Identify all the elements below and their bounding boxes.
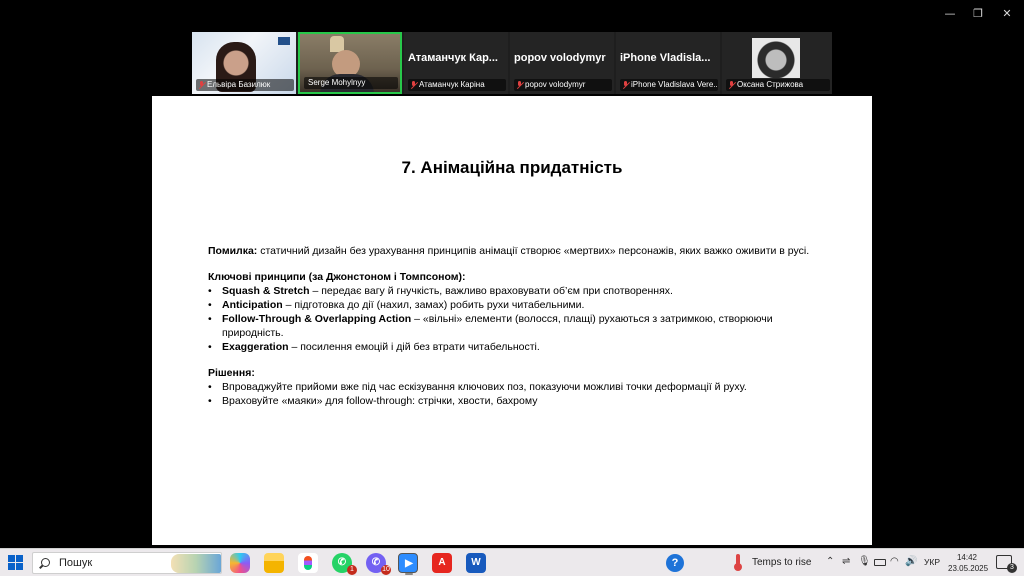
- mic-muted-icon: [410, 81, 417, 89]
- microphone-icon[interactable]: 🎙: [858, 556, 871, 567]
- word-icon[interactable]: W: [466, 553, 486, 573]
- participant-name: iPhone Vladislava Vere...: [620, 79, 718, 91]
- solution-heading: Рішення:: [208, 367, 255, 379]
- list-item: Follow-Through & Overlapping Action – «в…: [208, 312, 818, 340]
- error-text: статичний дизайн без урахування принципі…: [257, 245, 810, 257]
- mic-muted-icon: [516, 81, 523, 89]
- clock[interactable]: 14:42 23.05.2025: [948, 552, 989, 574]
- slide-title: 7. Анімаційна придатність: [401, 158, 623, 177]
- input-language[interactable]: УКР: [924, 557, 940, 567]
- principles-heading: Ключові принципи (за Джонстоном і Томпсо…: [208, 271, 466, 283]
- participant-display-name: iPhone Vladisla...: [620, 52, 711, 64]
- windows-start-icon[interactable]: [8, 555, 24, 571]
- restore-button[interactable]: ❐: [968, 6, 988, 22]
- participant-tile-active-speaker[interactable]: Serge Mohylnyy: [298, 32, 402, 94]
- list-item: Впроваджуйте прийоми вже під час ескізув…: [208, 380, 818, 394]
- help-icon[interactable]: ?: [666, 554, 684, 572]
- participant-tile[interactable]: Атаманчук Кар... Атаманчук Каріна: [404, 32, 508, 94]
- minimize-button[interactable]: —: [940, 6, 960, 22]
- search-placeholder: Пошук: [59, 557, 93, 569]
- search-icon: [41, 558, 50, 567]
- usb-icon[interactable]: ⇌: [842, 556, 850, 567]
- zoom-icon[interactable]: ▶: [398, 553, 418, 575]
- slide-body: Помилка: статичний дизайн без урахування…: [208, 244, 818, 408]
- logo-icon: [278, 37, 290, 45]
- error-paragraph: Помилка: статичний дизайн без урахування…: [208, 244, 818, 258]
- participant-tile[interactable]: popov volodymyr popov volodymyr: [510, 32, 614, 94]
- thermometer-icon[interactable]: [734, 554, 742, 571]
- participant-name: popov volodymyr: [514, 79, 612, 91]
- desktop: — ❐ ✕ Ельвіра Базилюк Serge Mohylnyy Ата…: [0, 0, 1024, 576]
- figma-icon[interactable]: [298, 553, 318, 573]
- close-button[interactable]: ✕: [997, 6, 1017, 22]
- clock-time: 14:42: [956, 553, 978, 562]
- list-item: Враховуйте «маяки» для follow-through: с…: [208, 394, 818, 408]
- chevron-up-icon[interactable]: ⌃: [826, 556, 834, 567]
- camera-glyph-icon: ▶: [405, 558, 413, 569]
- participant-tile[interactable]: iPhone Vladisla... iPhone Vladislava Ver…: [616, 32, 720, 94]
- participant-avatar: [752, 38, 800, 78]
- notification-count: 3: [1007, 563, 1017, 573]
- taskbar: Пошук ✆ 1 ✆ 10 ▶ A W ? Temps to rise ⌃ ⇌…: [0, 548, 1024, 576]
- participant-strip: Ельвіра Базилюк Serge Mohylnyy Атаманчук…: [192, 32, 832, 94]
- whatsapp-badge: 1: [347, 565, 357, 575]
- viber-badge: 10: [381, 565, 391, 575]
- participant-name: Оксана Стрижова: [726, 79, 830, 91]
- wifi-icon[interactable]: ◠: [890, 556, 899, 567]
- participant-name: Атаманчук Каріна: [408, 79, 506, 91]
- weather-widget[interactable]: Temps to rise: [752, 557, 811, 568]
- clock-date: 23.05.2025: [948, 564, 989, 573]
- participant-name: Ельвіра Базилюк: [196, 79, 294, 91]
- taskbar-search[interactable]: Пошук: [32, 552, 222, 574]
- participant-display-name: popov volodymyr: [514, 52, 606, 64]
- list-item: Squash & Stretch – передає вагу й гнучкі…: [208, 284, 818, 298]
- pdf-glyph-icon: A: [438, 557, 446, 568]
- participant-display-name: Атаманчук Кар...: [408, 52, 498, 64]
- whatsapp-icon[interactable]: ✆ 1: [332, 553, 357, 575]
- word-glyph-icon: W: [471, 557, 481, 568]
- acrobat-icon[interactable]: A: [432, 553, 452, 573]
- participant-tile[interactable]: Ельвіра Базилюк: [192, 32, 296, 94]
- shared-screen-slide: 7. Анімаційна придатність Помилка: стати…: [152, 96, 872, 545]
- list-item: Anticipation – підготовка до дії (нахил,…: [208, 298, 818, 312]
- copilot-icon[interactable]: [230, 553, 250, 573]
- volume-icon[interactable]: 🔊: [905, 556, 917, 567]
- error-label: Помилка:: [208, 245, 258, 257]
- participant-name: Serge Mohylnyy: [304, 77, 398, 89]
- viber-icon[interactable]: ✆ 10: [366, 553, 391, 575]
- file-explorer-icon[interactable]: [264, 553, 284, 573]
- mic-muted-icon: [728, 81, 735, 89]
- battery-icon[interactable]: [874, 559, 886, 566]
- participant-tile[interactable]: Оксана Стрижова: [722, 32, 832, 94]
- search-highlight-image: [171, 554, 221, 573]
- notification-icon[interactable]: 3: [996, 555, 1017, 573]
- mic-muted-icon: [198, 81, 205, 89]
- list-item: Exaggeration – посилення емоцій і дій бе…: [208, 340, 818, 354]
- mic-muted-icon: [622, 81, 629, 89]
